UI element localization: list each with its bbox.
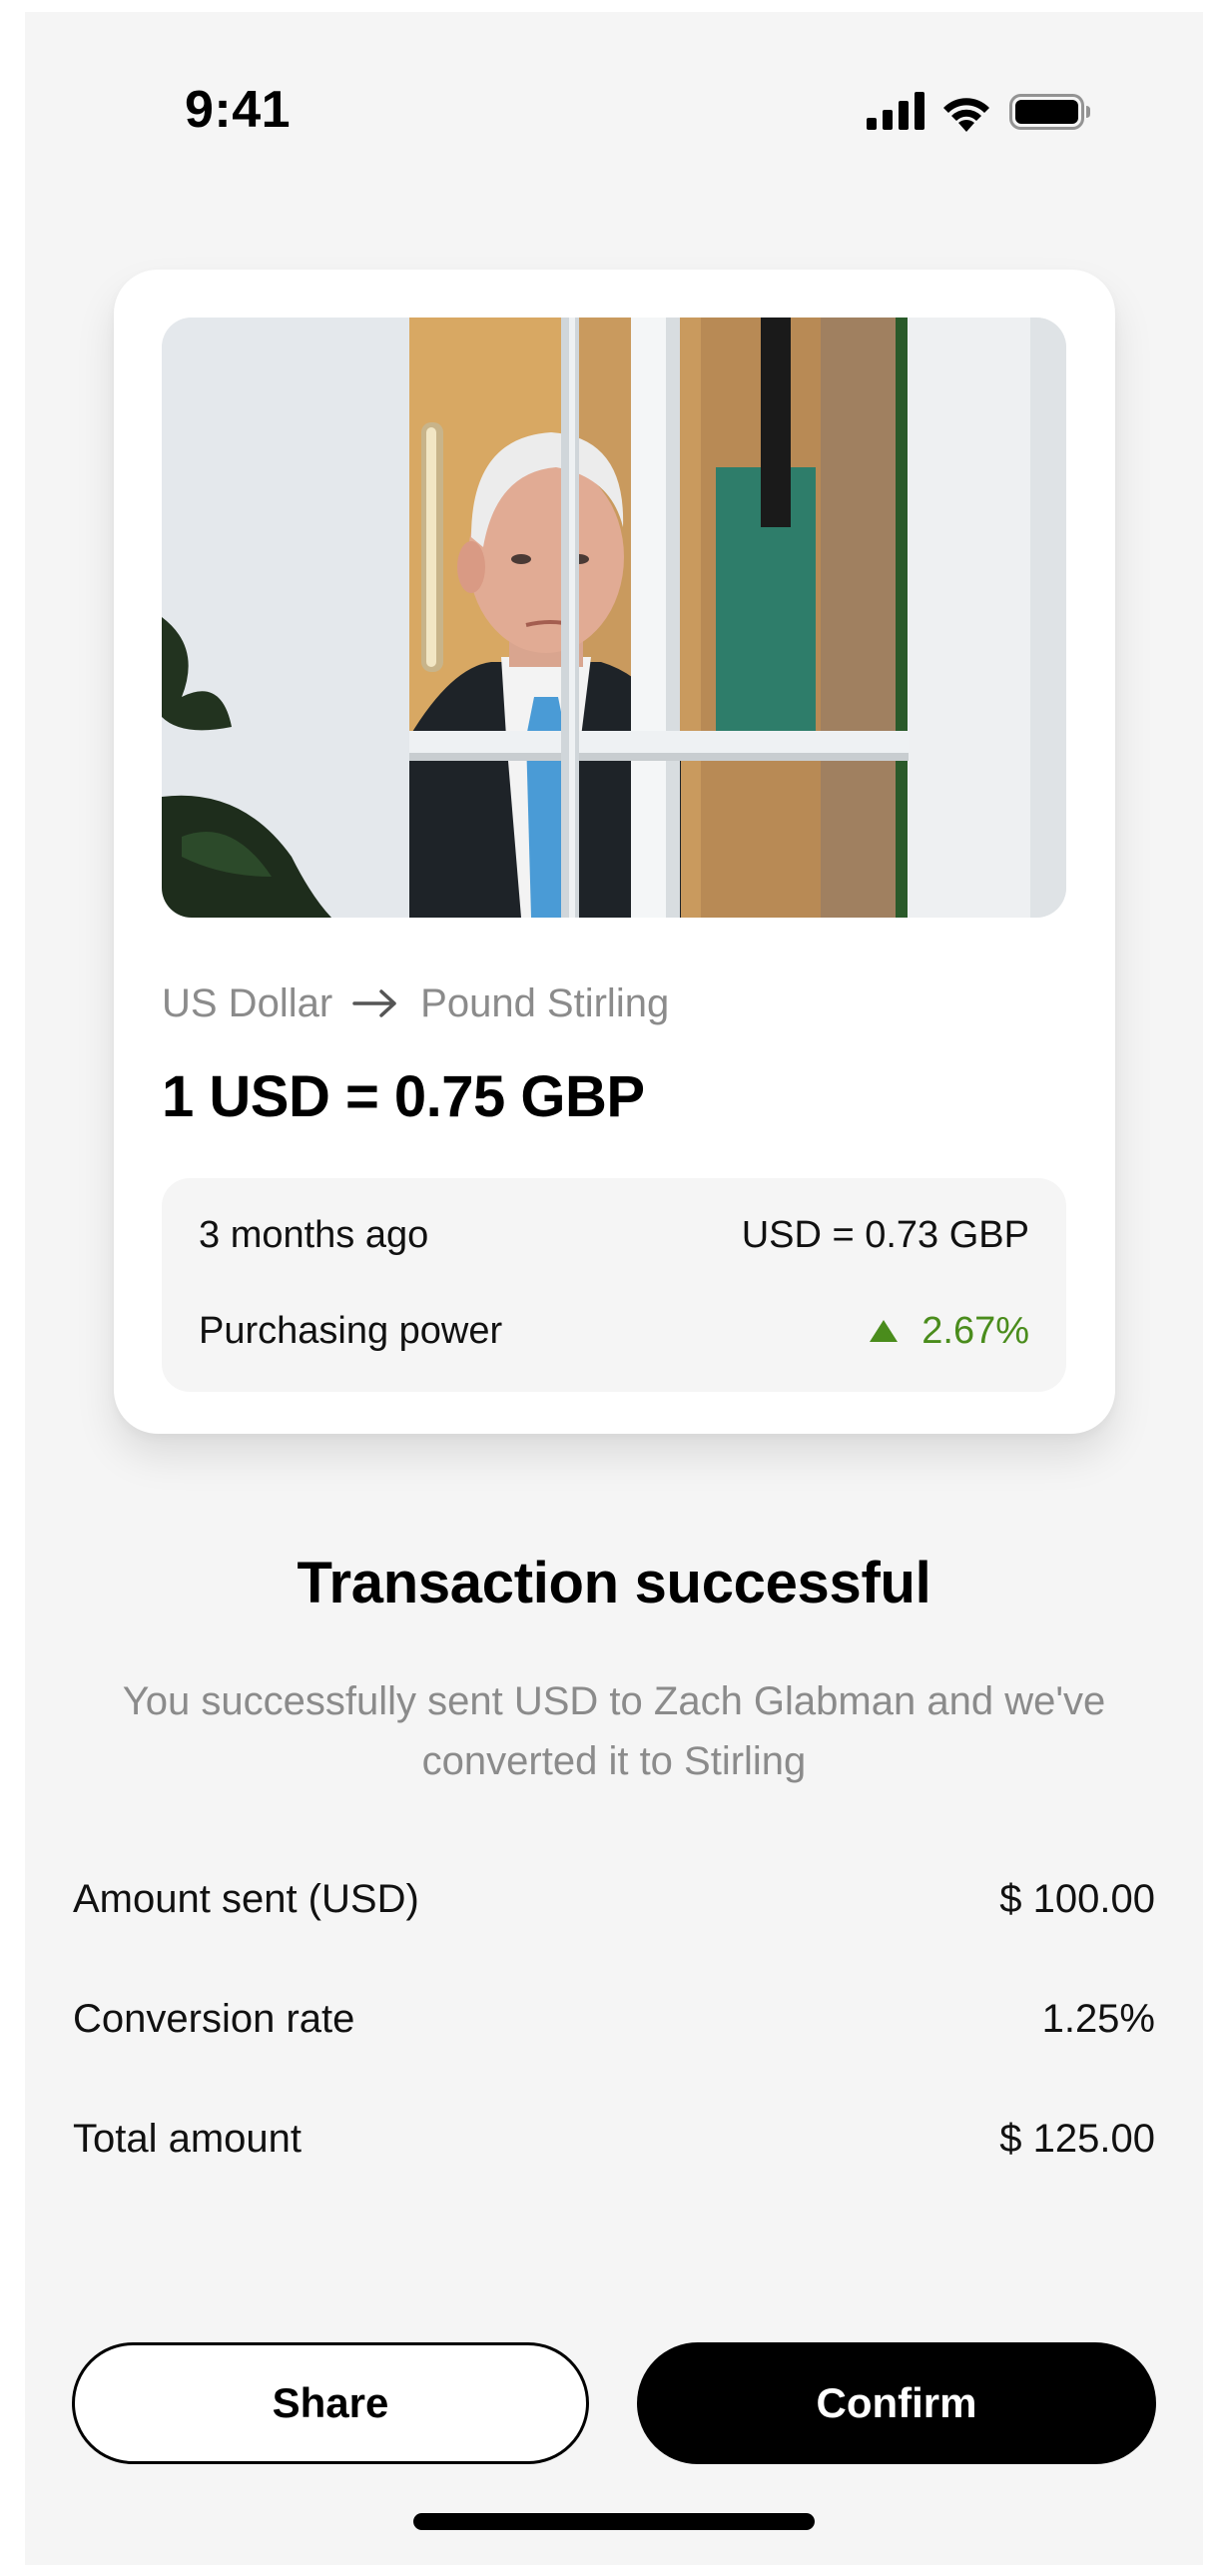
- from-currency: US Dollar: [162, 980, 333, 1025]
- signal-icon: [867, 92, 924, 130]
- detail-row-total-amount: Total amount $ 125.00: [73, 2111, 1155, 2167]
- phone-screen: 9:41 US Dollar Pound Stirling 1 USD = 0.…: [25, 12, 1203, 2565]
- exchange-rate: 1 USD = 0.75 GBP: [162, 1064, 645, 1129]
- rate-history-box: 3 months ago USD = 0.73 GBP Purchasing p…: [162, 1178, 1066, 1392]
- detail-label: Amount sent (USD): [73, 1876, 419, 1921]
- history-period-label: 3 months ago: [199, 1213, 429, 1256]
- status-bar: 9:41: [25, 12, 1203, 212]
- confirm-button[interactable]: Confirm: [637, 2342, 1156, 2464]
- purchasing-power-row: Purchasing power 2.67%: [199, 1306, 1029, 1356]
- to-currency: Pound Stirling: [420, 980, 670, 1025]
- success-message: You successfully sent USD to Zach Glabma…: [122, 1679, 1106, 1783]
- portrait-photo: [162, 318, 1066, 918]
- detail-value: 1.25%: [1041, 1996, 1155, 2041]
- detail-value: $ 125.00: [999, 2116, 1155, 2161]
- share-button[interactable]: Share: [72, 2342, 589, 2464]
- purchasing-power-value: 2.67%: [921, 1309, 1029, 1352]
- detail-label: Total amount: [73, 2116, 303, 2161]
- detail-value: $ 100.00: [999, 1876, 1155, 1921]
- detail-label: Conversion rate: [73, 1996, 355, 2041]
- home-indicator[interactable]: [413, 2513, 815, 2530]
- exchange-rate-card: US Dollar Pound Stirling 1 USD = 0.75 GB…: [114, 270, 1115, 1434]
- detail-row-amount-sent: Amount sent (USD) $ 100.00: [73, 1871, 1155, 1927]
- battery-icon: [1009, 94, 1090, 130]
- detail-row-conversion-rate: Conversion rate 1.25%: [73, 1991, 1155, 2047]
- history-period-rate: USD = 0.73 GBP: [741, 1213, 1029, 1256]
- wifi-icon: [943, 98, 989, 132]
- currency-pair: US Dollar Pound Stirling: [162, 978, 669, 1028]
- arrow-right-icon: [352, 989, 396, 1017]
- purchasing-power-label: Purchasing power: [199, 1309, 503, 1352]
- status-time: 9:41: [185, 81, 292, 139]
- purchasing-power-change: 2.67%: [868, 1310, 1029, 1353]
- success-title: Transaction successful: [297, 1551, 931, 1615]
- history-period-row: 3 months ago USD = 0.73 GBP: [199, 1210, 1029, 1260]
- triangle-up-icon: [870, 1320, 899, 1342]
